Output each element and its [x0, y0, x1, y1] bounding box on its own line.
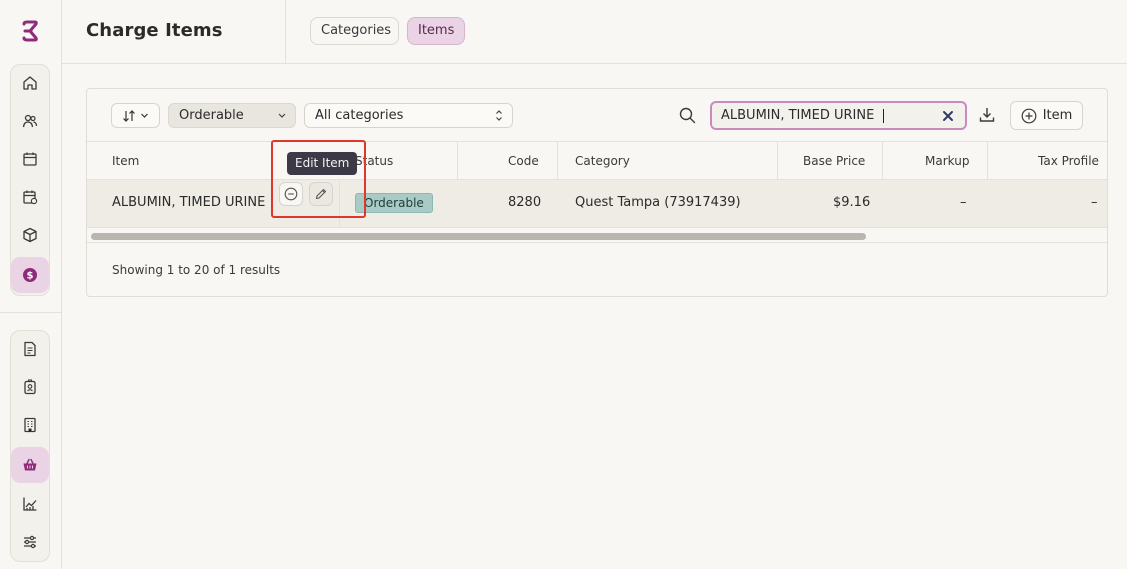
- nav-calendar[interactable]: [11, 141, 49, 177]
- calendar-icon: [23, 152, 37, 166]
- badge-icon: [24, 379, 36, 395]
- nav-home[interactable]: [11, 65, 49, 101]
- column-header-tax-profile[interactable]: Tax Profile: [1038, 142, 1099, 180]
- text-cursor: [883, 108, 885, 123]
- cell-base-price: $9.16: [833, 195, 871, 210]
- scrollbar-thumb[interactable]: [91, 233, 866, 240]
- cell-code: 8280: [508, 195, 542, 210]
- home-icon: [23, 76, 37, 90]
- sort-arrows-icon: [123, 109, 135, 122]
- nav-billing[interactable]: $: [11, 257, 49, 293]
- column-header-markup[interactable]: Markup: [925, 142, 969, 180]
- status-filter-value: Orderable: [179, 108, 244, 123]
- sort-button[interactable]: [111, 103, 160, 128]
- column-header-category[interactable]: Category: [575, 142, 630, 180]
- horizontal-scrollbar[interactable]: [87, 231, 1107, 243]
- column-divider: [457, 142, 458, 180]
- plus-circle-icon: [1021, 108, 1037, 123]
- nav-separator: [0, 312, 61, 313]
- column-divider: [557, 142, 558, 180]
- highlight-box: [271, 140, 366, 218]
- chart-icon: [23, 497, 37, 511]
- building-icon: [24, 417, 36, 433]
- page-title: Charge Items: [86, 20, 223, 41]
- pagination-summary: Showing 1 to 20 of 1 results: [112, 263, 281, 277]
- document-icon: [24, 341, 36, 357]
- nav-users[interactable]: [11, 103, 49, 139]
- chevron-up-down-icon: [494, 104, 504, 135]
- box-icon: [23, 227, 37, 243]
- svg-text:$: $: [27, 271, 34, 282]
- search-input[interactable]: ALBUMIN, TIMED URINE: [710, 101, 967, 130]
- cell-category: Quest Tampa (73917439): [575, 195, 741, 210]
- nav-appointments[interactable]: [11, 179, 49, 215]
- chevron-down-icon: [277, 104, 287, 135]
- cell-item: ALBUMIN, TIMED URINE: [112, 195, 266, 210]
- category-filter-value: All categories: [315, 108, 404, 123]
- column-header-base-price[interactable]: Base Price: [803, 142, 865, 180]
- nav-reports[interactable]: [11, 486, 49, 522]
- header-divider: [285, 0, 286, 63]
- nav-staff[interactable]: [11, 369, 49, 405]
- clear-search-icon[interactable]: [942, 110, 954, 122]
- column-header-code[interactable]: Code: [508, 142, 539, 180]
- column-divider: [987, 142, 988, 180]
- table-header: Item Status Code Category Base Price Mar…: [87, 142, 1107, 180]
- users-icon: [22, 114, 38, 128]
- category-filter-select[interactable]: All categories: [304, 103, 513, 128]
- brand-logo-icon[interactable]: [19, 20, 41, 44]
- tab-items[interactable]: Items: [407, 17, 465, 45]
- nav-charge-items[interactable]: [11, 447, 49, 483]
- nav-documents[interactable]: [11, 331, 49, 367]
- cell-tax-profile: –: [1091, 195, 1098, 210]
- charge-items-card: Orderable All categories ALBUMIN, TIMED …: [86, 88, 1108, 297]
- table-row[interactable]: ALBUMIN, TIMED URINE Orderable 8280 Ques…: [87, 180, 1107, 228]
- status-badge: Orderable: [355, 193, 433, 213]
- nav-locations[interactable]: [11, 407, 49, 443]
- dollar-icon: $: [23, 268, 37, 282]
- table-toolbar: Orderable All categories ALBUMIN, TIMED …: [87, 89, 1107, 142]
- download-icon[interactable]: [978, 106, 996, 124]
- column-header-item[interactable]: Item: [112, 142, 139, 180]
- column-divider: [882, 142, 883, 180]
- search-input-value: ALBUMIN, TIMED URINE: [721, 108, 875, 123]
- status-filter-select[interactable]: Orderable: [168, 103, 296, 128]
- cell-markup: –: [960, 195, 967, 210]
- tab-categories[interactable]: Categories: [310, 17, 399, 45]
- nav-group-primary: $: [10, 64, 50, 296]
- nav-inventory[interactable]: [11, 217, 49, 253]
- nav-group-secondary: [10, 330, 50, 562]
- nav-settings[interactable]: [11, 524, 49, 560]
- chevron-down-icon: [141, 113, 148, 118]
- add-item-label: Item: [1042, 108, 1073, 123]
- column-divider: [777, 142, 778, 180]
- page-header: Charge Items Categories Items: [62, 0, 1127, 64]
- sliders-icon: [24, 535, 36, 549]
- add-item-button[interactable]: Item: [1010, 101, 1083, 130]
- calendar-check-icon: [23, 190, 38, 205]
- search-icon[interactable]: [679, 107, 696, 124]
- sidebar: $: [0, 0, 62, 569]
- basket-icon: [23, 458, 37, 471]
